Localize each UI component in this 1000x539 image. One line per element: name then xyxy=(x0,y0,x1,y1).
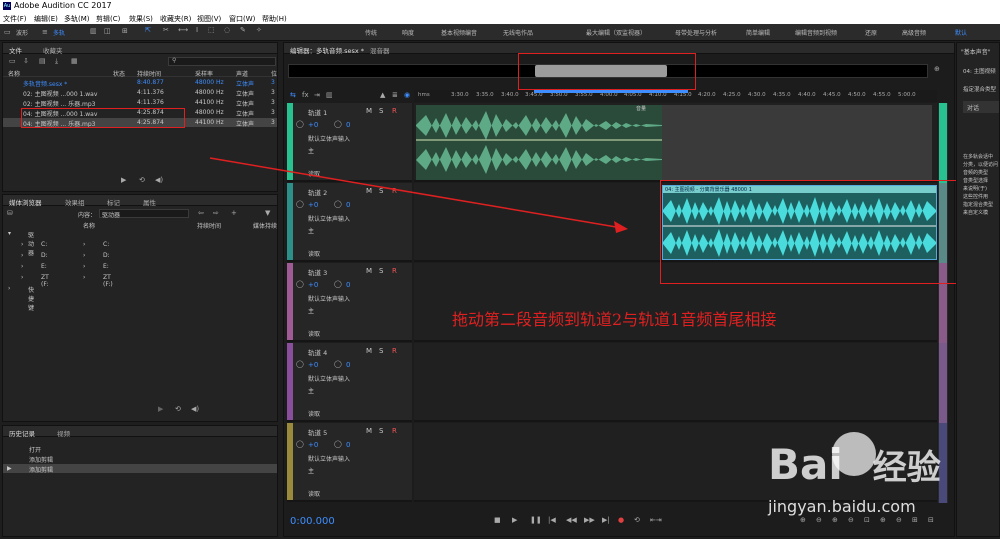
help-text: 来说明(于) xyxy=(963,186,987,192)
zoom-track-icon[interactable]: ⊟ xyxy=(928,517,934,524)
help-text: 在多轨会话中 xyxy=(963,154,994,160)
zoom-selection-icon[interactable]: ⊞ xyxy=(912,517,918,524)
play-icon[interactable]: ▶ xyxy=(512,517,517,524)
time-display[interactable]: 0:00.000 xyxy=(290,516,335,527)
watermark-paw-icon xyxy=(832,432,876,476)
zoom-out-amplitude-icon[interactable]: ⊖ xyxy=(816,517,822,524)
go-start-icon[interactable]: |◀ xyxy=(548,517,556,524)
zoom-out-time-icon[interactable]: ⊖ xyxy=(848,517,854,524)
stop-icon[interactable]: ■ xyxy=(494,517,501,524)
skip-icon[interactable]: ⇤⇥ xyxy=(650,517,662,524)
mix-type-label: 指定混合类型 xyxy=(963,87,997,93)
help-text: 指定混合类型 xyxy=(963,202,994,208)
pause-icon[interactable]: ❚❚ xyxy=(530,517,542,524)
loop-icon[interactable]: ⟲ xyxy=(634,517,640,524)
help-text: 这些控件用 xyxy=(963,194,989,200)
help-text: 来自定义模 xyxy=(963,210,989,216)
fast-forward-icon[interactable]: ▶▶ xyxy=(584,517,595,524)
record-icon[interactable]: ● xyxy=(618,517,624,524)
zoom-in-point-icon[interactable]: ⊕ xyxy=(880,517,886,524)
zoom-out-point-icon[interactable]: ⊖ xyxy=(896,517,902,524)
help-text: 分类，以便访问 xyxy=(963,162,999,168)
annotation-text: 拖动第二段音频到轨道2与轨道1音频首尾相接 xyxy=(452,310,777,329)
essential-sound-panel: "基本声音" 04: 主图视频 指定混合类型 对话 在多轨会话中 分类，以便访问… xyxy=(956,42,1000,537)
zoom-full-icon[interactable]: ⊡ xyxy=(864,517,870,524)
zoom-in-time-icon[interactable]: ⊕ xyxy=(832,517,838,524)
zoom-in-amplitude-icon[interactable]: ⊕ xyxy=(800,517,806,524)
go-end-icon[interactable]: ▶| xyxy=(602,517,610,524)
panel-title: "基本声音" xyxy=(961,49,991,56)
help-text: 音频的类型 xyxy=(963,170,989,176)
help-text: 音类型选择 xyxy=(963,178,989,184)
dialogue-button[interactable]: 对话 xyxy=(963,101,999,113)
clip-name: 04: 主图视频 xyxy=(963,69,996,75)
watermark-url: jingyan.baidu.com xyxy=(768,497,916,516)
rewind-icon[interactable]: ◀◀ xyxy=(566,517,577,524)
